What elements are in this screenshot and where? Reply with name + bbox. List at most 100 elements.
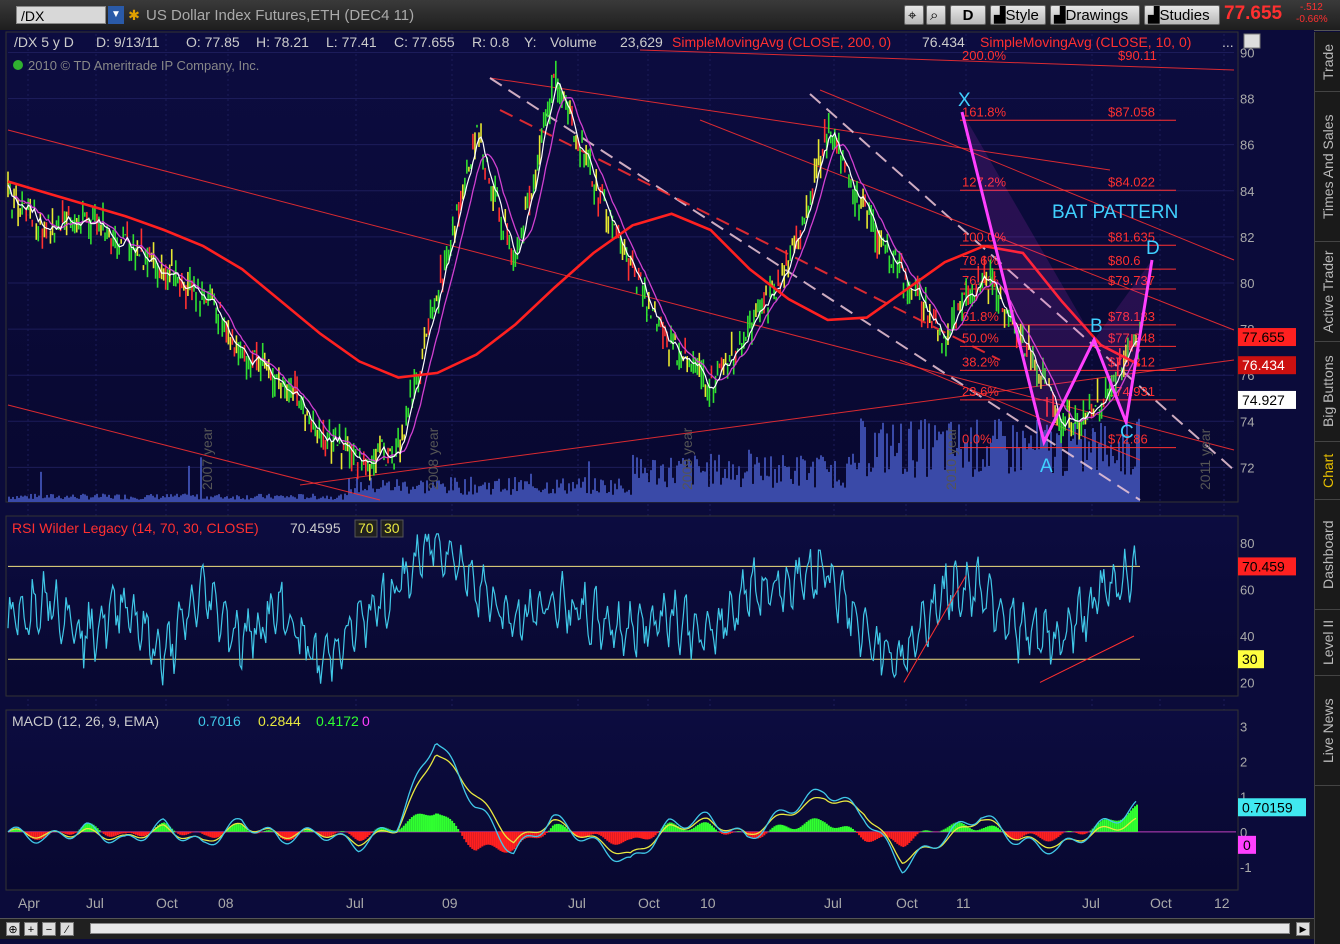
volume-bar	[890, 445, 892, 502]
volume-bar	[920, 420, 922, 502]
macd-hist-bar	[433, 814, 436, 832]
macd-hist-bar	[447, 817, 450, 832]
macd-hist-bar	[342, 831, 345, 832]
chart-area[interactable]: 161.8% $87.058 127.2% $84.022 100.0% $81.635 7…	[0, 30, 1314, 944]
volume-bar	[512, 489, 514, 502]
volume-bar	[986, 446, 988, 502]
volume-bar	[382, 480, 384, 502]
volume-bar	[1074, 422, 1076, 502]
macd-hist-bar	[62, 831, 65, 834]
macd-hist-bar	[862, 831, 865, 840]
horizontal-scrollbar[interactable]	[90, 923, 1290, 934]
tab-times-and-sales[interactable]: Times And Sales	[1315, 92, 1340, 242]
volume-bar	[594, 478, 596, 502]
volume-bar	[46, 494, 48, 502]
macd-hist-bar	[600, 831, 603, 836]
macd-hist-bar	[626, 831, 629, 841]
scroll-right-icon[interactable]: ▶	[1296, 922, 1310, 936]
volume-bar	[1062, 475, 1064, 502]
volume-bar	[302, 494, 304, 502]
volume-bar	[526, 481, 528, 502]
star-icon[interactable]: ✱	[126, 6, 142, 24]
volume-bar	[320, 497, 322, 502]
rsi-os-tag: 30	[1242, 651, 1258, 667]
x-axis-label: Jul	[1082, 895, 1100, 911]
volume-bar	[118, 494, 120, 502]
x-axis-label: Jul	[824, 895, 842, 911]
macd-hist-bar	[874, 831, 877, 841]
zoom-in-icon[interactable]: +	[24, 922, 38, 936]
period-button[interactable]: D	[950, 5, 986, 25]
macd-hist-bar	[809, 819, 812, 832]
expand-icon[interactable]: ⊕	[6, 922, 20, 936]
symbol-dropdown-icon[interactable]: ▼	[108, 6, 124, 24]
volume-bar	[904, 468, 906, 502]
tab-live-news[interactable]: Live News	[1315, 676, 1340, 786]
volume-bar	[150, 494, 152, 502]
volume-bar	[770, 456, 772, 502]
macd-hist-bar	[902, 831, 905, 848]
macd-hist-bar	[1037, 831, 1040, 837]
volume-bar	[832, 487, 834, 502]
macd-hist-bar	[354, 831, 357, 839]
crosshair-icon[interactable]: ⌖	[904, 5, 924, 25]
volume-bar	[896, 452, 898, 502]
volume-bar	[650, 470, 652, 502]
volume-bar	[456, 481, 458, 502]
volume-bar	[730, 479, 732, 502]
volume-bar	[746, 471, 748, 502]
volume-bar	[428, 490, 430, 502]
volume-bar	[178, 497, 180, 502]
macd-hist-bar	[894, 831, 897, 843]
macd-hist-bar	[285, 831, 288, 841]
macd-hist-bar	[122, 831, 125, 834]
tab-active-trader[interactable]: Active Trader	[1315, 242, 1340, 342]
volume-bar	[226, 496, 228, 502]
macd-hist-bar	[142, 831, 145, 837]
macd-hist-bar	[292, 831, 295, 839]
macd-hist-bar	[426, 815, 429, 832]
volume-bar	[218, 494, 220, 502]
volume-bar	[868, 463, 870, 502]
macd-hist-bar	[465, 831, 468, 843]
tab-dashboard[interactable]: Dashboard	[1315, 500, 1340, 610]
zoom-out-icon[interactable]: −	[42, 922, 56, 936]
volume-bar	[662, 464, 664, 502]
drawings-button[interactable]: ▟Drawings	[1050, 5, 1140, 25]
fit-icon[interactable]: ⁄	[60, 922, 74, 936]
macd-hist-bar	[364, 831, 367, 839]
panel-settings-icon[interactable]	[1243, 33, 1261, 49]
volume-bar	[70, 496, 72, 502]
macd-hist-bar	[630, 831, 633, 840]
macd-hist-bar	[940, 830, 943, 832]
macd-hist-bar	[795, 828, 798, 832]
volume-bar	[1124, 474, 1126, 502]
volume-bar	[762, 480, 764, 502]
volume-bar	[354, 488, 356, 502]
macd-hist-bar	[974, 830, 977, 832]
volume-bar	[268, 493, 270, 502]
volume-bar	[412, 486, 414, 502]
macd-hist-bar	[431, 815, 433, 832]
style-button[interactable]: ▟Style	[990, 5, 1046, 25]
globe-icon	[13, 60, 23, 70]
chart-svg[interactable]: 161.8% $87.058127.2% $84.022100.0% $81.6357…	[0, 30, 1314, 918]
tab-chart[interactable]: Chart	[1315, 442, 1340, 500]
volume-bar	[932, 447, 934, 502]
tab-big-buttons[interactable]: Big Buttons	[1315, 342, 1340, 442]
volume-bar	[1070, 441, 1072, 502]
tab-level-ii[interactable]: Level II	[1315, 610, 1340, 676]
studies-button[interactable]: ▟Studies	[1144, 5, 1220, 25]
volume-bar	[52, 494, 54, 502]
macd-hist-bar	[982, 827, 985, 832]
macd-hist-bar	[608, 831, 611, 843]
symbol-input[interactable]: /DX	[16, 6, 106, 24]
x-axis-label: Jul	[346, 895, 364, 911]
magnify-icon[interactable]: ⌕	[926, 5, 946, 25]
tab-trade[interactable]: Trade	[1315, 32, 1340, 92]
macd-hist-bar	[686, 830, 689, 832]
macd-hist-bar	[406, 821, 409, 832]
macd-hist-bar	[179, 831, 182, 835]
macd-hist-bar	[696, 824, 699, 832]
macd-hist-bar	[654, 831, 657, 836]
